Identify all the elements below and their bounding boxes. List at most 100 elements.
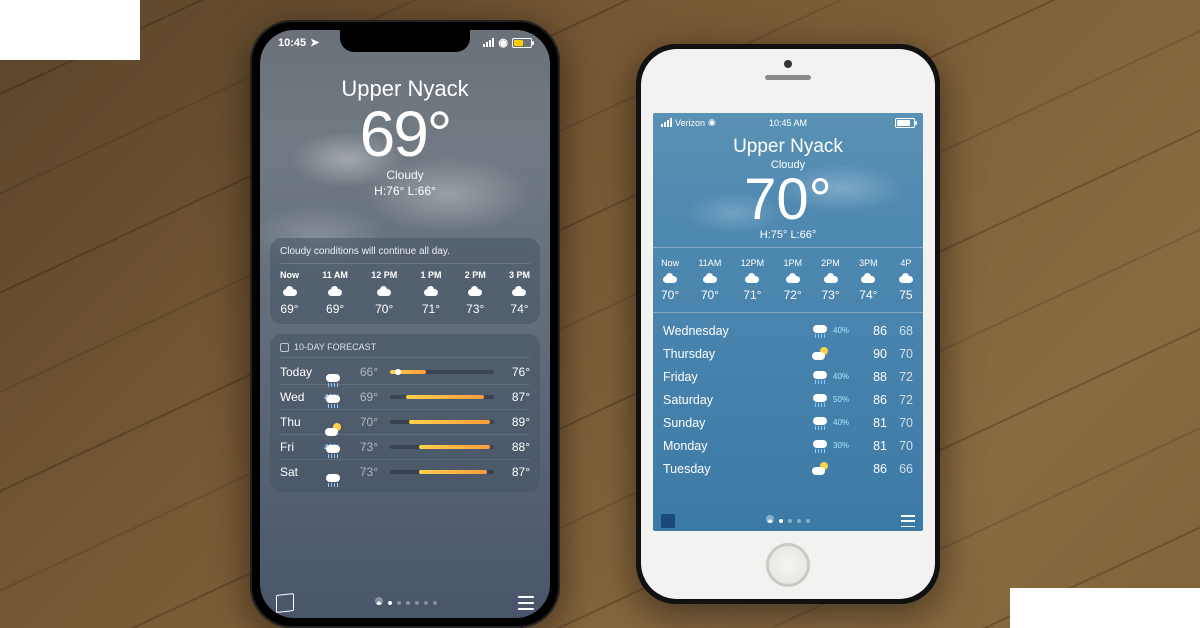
home-button[interactable] [766,543,810,587]
forecast-row: Today66°76° [280,360,530,385]
low-temp: 73° [350,465,384,479]
device-top-bezel [641,49,935,113]
forecast-row: Fri40%73°88° [280,435,530,460]
status-time: 10:45 AM [769,118,807,128]
wifi-icon: ◉ [708,117,716,128]
page-dots[interactable] [766,517,810,525]
cloud-icon [375,285,393,297]
storm-icon [811,392,829,408]
list-icon[interactable] [901,515,915,527]
status-bar: Verizon ◉ 10:45 AM [653,113,923,132]
low-temp: 73° [350,440,384,454]
rain-icon [811,415,829,431]
high-temp: 88° [500,440,530,454]
iphone-x-device: 10:45 ➤ ◉ Upper Nyack 69° Cloudy H:76° L… [250,20,560,628]
weather-app-screen: Verizon ◉ 10:45 AM Upper Nyack Cloudy 70… [653,113,923,531]
cloud-icon [701,272,719,284]
cloud-icon [422,285,440,297]
cloud-icon [466,285,484,297]
hour-label: 12 PM [371,270,397,280]
day-label: Wed [280,390,324,404]
low-temp: 70° [350,415,384,429]
hourly-column: 12 PM 70° [371,270,397,316]
partly-icon [811,346,829,362]
bottom-toolbar [260,594,550,612]
earpiece-speaker [765,75,811,80]
current-weather-hero: Upper Nyack 69° Cloudy H:76° L:66° [260,30,550,198]
hour-temp: 74° [510,302,528,316]
hourly-column: 3 PM 74° [509,270,530,316]
high-low-temps: H:76° L:66° [260,184,550,198]
cloud-icon [326,285,344,297]
forecast-header: 10-DAY FORECAST [280,342,530,358]
forecast-row: Wed40%69°87° [280,385,530,410]
hour-label: 2 PM [465,270,486,280]
hourly-forecast-card[interactable]: Cloudy conditions will continue all day.… [270,238,540,324]
high-temp: 87° [500,465,530,479]
hourly-column: 2 PM 73° [465,270,486,316]
low-temp: 70 [887,439,913,453]
rain-icon [811,323,829,339]
hour-label: 11 AM [322,270,348,280]
cloud-icon [661,272,679,284]
temp-range-bar [390,420,494,424]
location-arrow-icon [766,515,774,523]
map-icon[interactable] [276,593,294,613]
low-temp: 68 [887,324,913,338]
temp-range-bar [390,370,494,374]
hour-label: 1 PM [420,270,441,280]
location-arrow-icon [375,597,383,605]
signal-icon [661,118,672,127]
hour-temp: 69° [326,302,344,316]
cloud-icon [510,285,528,297]
current-temperature: 69° [260,102,550,166]
corner-decoration [0,0,140,60]
current-temperature: 70° [653,171,923,229]
hourly-column: 1 PM71° [420,270,441,316]
forecast-row: Sat 73° 87° [280,460,530,484]
rain-icon [811,438,829,454]
temp-range-bar [390,470,494,474]
cloud-icon [822,272,840,284]
hourly-column: Now 69° [280,270,299,316]
temp-range-bar [390,445,494,449]
partly-icon [811,461,829,477]
carrier-label: Verizon [675,118,705,128]
iphone-8-device: Verizon ◉ 10:45 AM Upper Nyack Cloudy 70… [636,44,940,604]
low-temp: 66 [887,462,913,476]
forecast-summary: Cloudy conditions will continue all day. [280,246,530,264]
hour-temp: 69° [280,302,298,316]
weather-channel-icon[interactable] [661,514,675,528]
high-temp: 87° [500,390,530,404]
hour-temp: 73° [466,302,484,316]
forecast-row: Thu70°89° [280,410,530,435]
low-temp: 66° [350,365,384,379]
day-label: Sat [280,465,324,479]
day-label: Thu [280,415,324,429]
location-name: Upper Nyack [653,136,923,158]
weather-app-screen: 10:45 ➤ ◉ Upper Nyack 69° Cloudy H:76° L… [260,30,550,618]
list-icon[interactable] [518,596,534,610]
hour-temp: 70° [375,302,393,316]
low-temp: 69° [350,390,384,404]
calendar-icon [280,343,289,352]
cloud-icon [897,272,915,284]
hourly-column: 11 AM 69° [322,270,348,316]
temp-range-bar [390,395,494,399]
day-label: Fri [280,440,324,454]
high-low-temps: H:75° L:66° [653,229,923,241]
high-temp: 76° [500,365,530,379]
ten-day-forecast-card[interactable]: 10-DAY FORECAST Today66°76°Wed40%69°87°T… [270,334,540,492]
low-temp: 72 [887,393,913,407]
hour-label: 3 PM [509,270,530,280]
battery-icon [895,118,915,128]
page-dots[interactable] [375,599,437,607]
low-temp: 70 [887,416,913,430]
cloud-icon [281,285,299,297]
rain-icon [811,369,829,385]
hour-label: Now [280,270,299,280]
current-weather-hero: Upper Nyack Cloudy 70° H:75° L:66° [653,132,923,241]
cloud-icon [859,272,877,284]
corner-decoration [1010,588,1200,628]
low-temp: 72 [887,370,913,384]
